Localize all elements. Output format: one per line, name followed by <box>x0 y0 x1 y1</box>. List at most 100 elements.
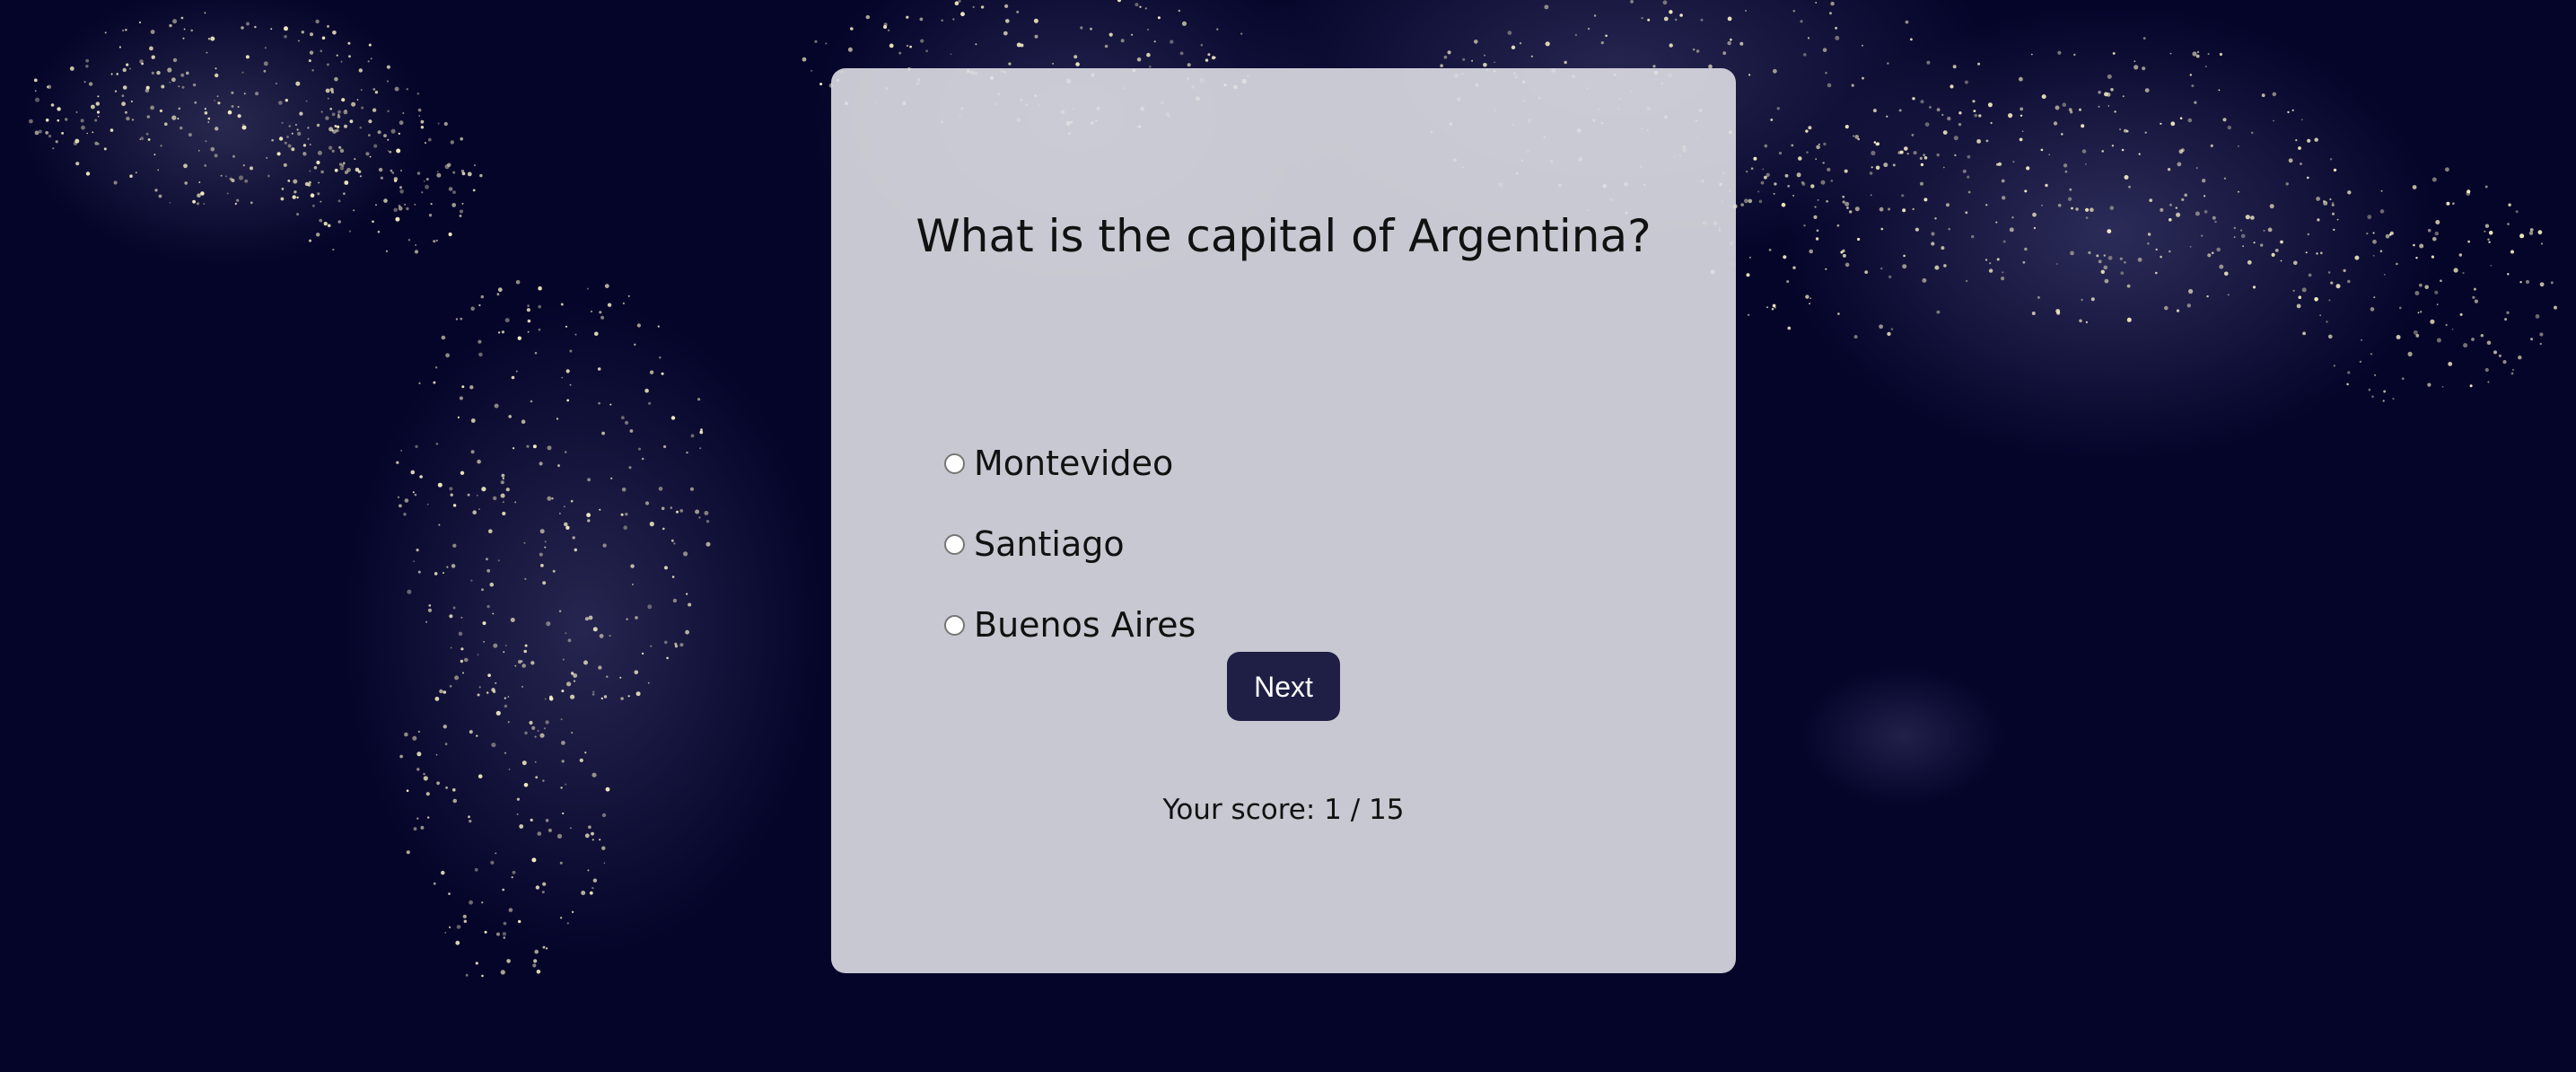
city-light <box>562 812 565 815</box>
city-light <box>623 525 627 530</box>
city-light <box>1679 13 1683 17</box>
option-montevideo[interactable]: Montevideo <box>944 436 1196 490</box>
city-light <box>186 71 189 75</box>
radio-button[interactable] <box>944 453 965 474</box>
city-light <box>2336 218 2339 221</box>
city-light <box>412 491 415 494</box>
city-light <box>284 26 288 31</box>
city-light <box>2469 384 2473 388</box>
city-light <box>474 164 476 166</box>
city-light <box>1135 3 1139 7</box>
city-light <box>2245 215 2250 220</box>
city-light <box>1700 18 1704 22</box>
city-light <box>661 372 664 375</box>
city-light <box>1954 154 1957 157</box>
city-light <box>1808 126 1812 130</box>
city-light <box>2210 144 2213 147</box>
city-light <box>2431 177 2437 182</box>
city-light <box>2506 311 2510 314</box>
city-light <box>377 230 381 233</box>
city-light <box>308 180 311 184</box>
city-light <box>2189 245 2192 248</box>
option-santiago[interactable]: Santiago <box>944 517 1196 571</box>
city-light <box>1864 270 1869 274</box>
city-light <box>698 516 701 519</box>
city-light <box>1474 40 1478 44</box>
city-light <box>215 127 219 131</box>
city-light <box>2212 215 2216 220</box>
city-light <box>2413 243 2415 247</box>
city-light <box>2519 233 2525 239</box>
city-light <box>1911 134 1914 136</box>
city-light <box>214 100 215 101</box>
city-light <box>318 181 320 184</box>
city-light <box>406 850 410 855</box>
city-light <box>298 40 300 42</box>
city-light <box>515 280 521 285</box>
city-light <box>1823 142 1827 146</box>
city-light <box>1663 16 1669 22</box>
next-button[interactable]: Next <box>1227 652 1340 721</box>
city-light <box>145 85 150 90</box>
city-light <box>1762 168 1765 171</box>
city-light <box>850 27 854 31</box>
city-light <box>337 113 340 116</box>
city-light <box>263 61 268 66</box>
city-light <box>2098 105 2100 108</box>
city-light <box>2012 161 2015 163</box>
city-light <box>2292 289 2295 292</box>
city-light <box>510 618 515 622</box>
city-light <box>97 115 100 118</box>
city-light <box>1564 60 1567 65</box>
city-light <box>241 71 244 74</box>
city-light <box>478 686 481 689</box>
city-light <box>2124 175 2129 180</box>
city-light <box>683 551 688 557</box>
city-light <box>1977 62 1981 66</box>
city-light <box>413 560 415 563</box>
city-light <box>1974 113 1978 118</box>
city-light <box>85 65 89 68</box>
city-light <box>2335 284 2341 289</box>
city-light <box>147 138 151 141</box>
city-light <box>244 179 249 183</box>
city-light <box>2096 254 2099 258</box>
city-light <box>545 720 549 725</box>
city-light <box>434 697 440 701</box>
city-light <box>151 71 154 75</box>
city-light <box>2359 360 2362 364</box>
city-light <box>2020 107 2024 111</box>
city-light <box>1803 224 1806 227</box>
city-light <box>2001 277 2005 281</box>
city-light <box>341 98 346 102</box>
radio-button[interactable] <box>944 614 965 636</box>
city-light <box>1008 62 1012 66</box>
city-light <box>485 558 488 561</box>
city-light <box>2109 206 2115 210</box>
city-light <box>181 85 185 89</box>
city-light <box>1958 122 1962 127</box>
city-light <box>558 610 562 612</box>
city-light <box>418 115 421 117</box>
city-light <box>369 155 372 158</box>
city-light <box>2427 382 2431 387</box>
city-light <box>285 99 288 102</box>
city-light <box>975 43 977 46</box>
city-light <box>1771 307 1774 311</box>
city-light <box>188 133 192 137</box>
city-light <box>2370 353 2373 356</box>
city-light <box>1484 54 1485 57</box>
city-light <box>446 566 449 568</box>
city-light <box>1990 121 1993 125</box>
city-light <box>512 870 516 874</box>
option-buenos-aires[interactable]: Buenos Aires <box>944 598 1196 652</box>
city-light <box>337 125 340 128</box>
city-light <box>372 220 374 224</box>
city-light <box>1892 163 1896 167</box>
city-light <box>566 681 572 687</box>
city-light <box>225 175 227 178</box>
city-light <box>1901 194 1905 198</box>
radio-button[interactable] <box>944 533 965 555</box>
city-light <box>664 640 668 645</box>
city-light <box>599 508 601 511</box>
